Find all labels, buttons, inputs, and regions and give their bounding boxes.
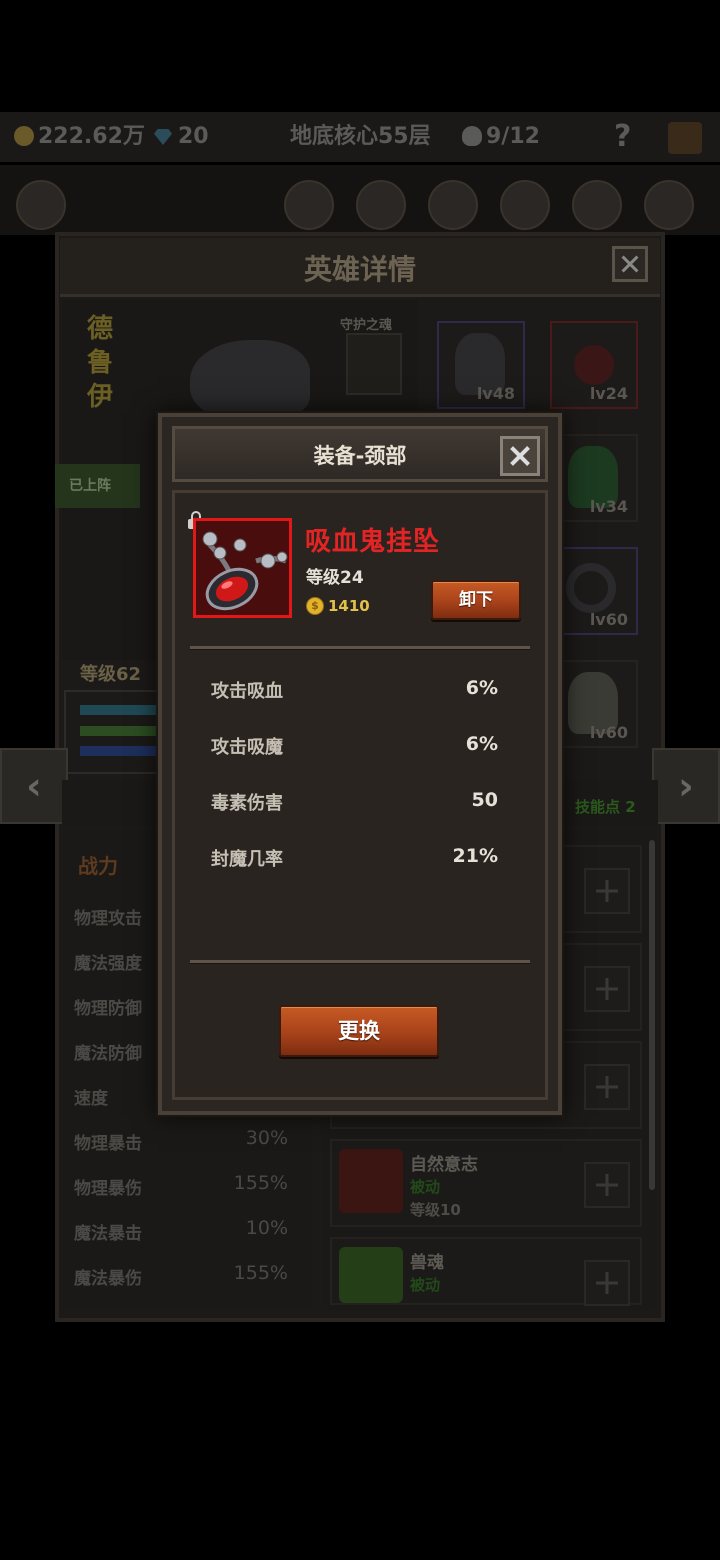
attribute-value: 6% [465,677,498,699]
hero-portrait-icon[interactable] [428,180,478,230]
hero-portrait-icon[interactable] [284,180,334,230]
pendant-icon [574,345,614,385]
stat-label: 物理暴伤 [74,1179,142,1199]
popup-title: 装备-颈部 [313,444,407,468]
stat-label: 魔法暴伤 [74,1269,142,1289]
prev-hero-button[interactable]: ‹ [0,748,68,824]
hero-name-char: 伊 [86,382,113,412]
unequip-button[interactable]: 卸下 [431,580,521,620]
equip-slot-body[interactable]: lv34 [550,434,638,522]
stat-label: 速度 [74,1089,108,1109]
guardian-soul-slot[interactable] [346,333,402,395]
deployed-badge: 已上阵 [55,464,140,508]
skills-scrollbar[interactable] [649,840,655,1190]
chest-icon[interactable] [668,122,702,154]
gem-counter: 20 [154,123,209,151]
attribute-name: 攻击吸血 [211,681,283,702]
hero-level: 等级62 [80,664,142,685]
close-icon[interactable] [612,246,648,282]
divider [190,960,530,963]
hero-portrait-icon[interactable] [572,180,622,230]
item-price: 1410 [328,597,370,615]
stat-value: 155% [233,1262,288,1284]
close-icon[interactable] [500,436,540,476]
paw-icon [339,1149,403,1213]
skill-level: 等级10 [410,1201,461,1219]
hero-portrait-icon[interactable] [16,180,66,230]
werebear-model [190,340,310,420]
attribute-value: 50 [471,789,498,811]
stat-label: 物理暴击 [74,1134,142,1154]
stats-heading: 战力 [78,854,118,878]
skill-upgrade-button[interactable] [584,1260,630,1306]
stat-label: 魔法防御 [74,1044,142,1064]
energy-bar [80,726,160,736]
skull-icon [462,126,482,146]
hero-portrait-icon[interactable] [356,180,406,230]
hero-name-char: 鲁 [86,348,113,378]
key-counter: 9/12 [462,123,540,151]
attribute-name: 毒素伤害 [211,793,283,814]
stat-label: 物理攻击 [74,909,142,929]
dungeon-floor-label: 地底核心55层 [290,124,431,149]
gold-coin-icon [14,126,34,146]
skill-upgrade-button[interactable] [584,1162,630,1208]
attribute-name: 攻击吸魔 [211,737,283,758]
hero-portrait-icon[interactable] [644,180,694,230]
gold-coin-icon: $ [306,597,324,615]
skill-type: 被动 [410,1276,441,1294]
stat-label: 魔法强度 [74,954,142,974]
skill-upgrade-button[interactable] [584,1064,630,1110]
gold-counter: 222.62万 [14,123,145,151]
pendant-icon [196,521,289,615]
equip-slot-neck[interactable]: lv24 [550,321,638,409]
divider [190,646,530,649]
stat-value: 30% [245,1127,288,1149]
hero-name: 德鲁伊 [80,312,120,414]
gem-icon [154,129,172,145]
skill-name: 自然意志 [410,1155,478,1175]
stat-label: 物理防御 [74,999,142,1019]
item-name: 吸血鬼挂坠 [305,527,441,557]
ring-icon [566,563,616,613]
item-icon-frame[interactable] [193,518,292,618]
next-hero-button[interactable]: › [652,748,720,824]
exp-bar [80,746,160,756]
beast-soul-icon [339,1247,403,1303]
stat-value: 155% [233,1172,288,1194]
chevron-left-icon: ‹ [26,764,42,808]
hero-name-char: 德 [86,314,113,344]
attribute-value: 21% [452,845,498,867]
skill-points: 技能点 2 [575,798,636,816]
equip-slot-boots[interactable]: lv60 [550,660,638,748]
skill-type: 被动 [410,1178,441,1196]
hp-bar [80,705,160,715]
skill-upgrade-button[interactable] [584,868,630,914]
equip-slot-ring[interactable]: lv60 [550,547,638,635]
attribute-value: 6% [465,733,498,755]
chevron-right-icon: › [678,764,694,808]
attribute-name: 封魔几率 [211,849,283,870]
item-level: 等级24 [306,568,364,588]
equip-slot-head[interactable]: lv48 [437,321,525,409]
skill-upgrade-button[interactable] [584,966,630,1012]
stat-value: 10% [245,1217,288,1239]
hero-portrait-icon[interactable] [500,180,550,230]
help-button[interactable]: ? [614,122,631,152]
guardian-soul-label: 守护之魂 [340,318,393,333]
replace-button[interactable]: 更换 [279,1005,439,1057]
skill-name: 兽魂 [410,1253,444,1273]
stat-label: 魔法暴击 [74,1224,142,1244]
